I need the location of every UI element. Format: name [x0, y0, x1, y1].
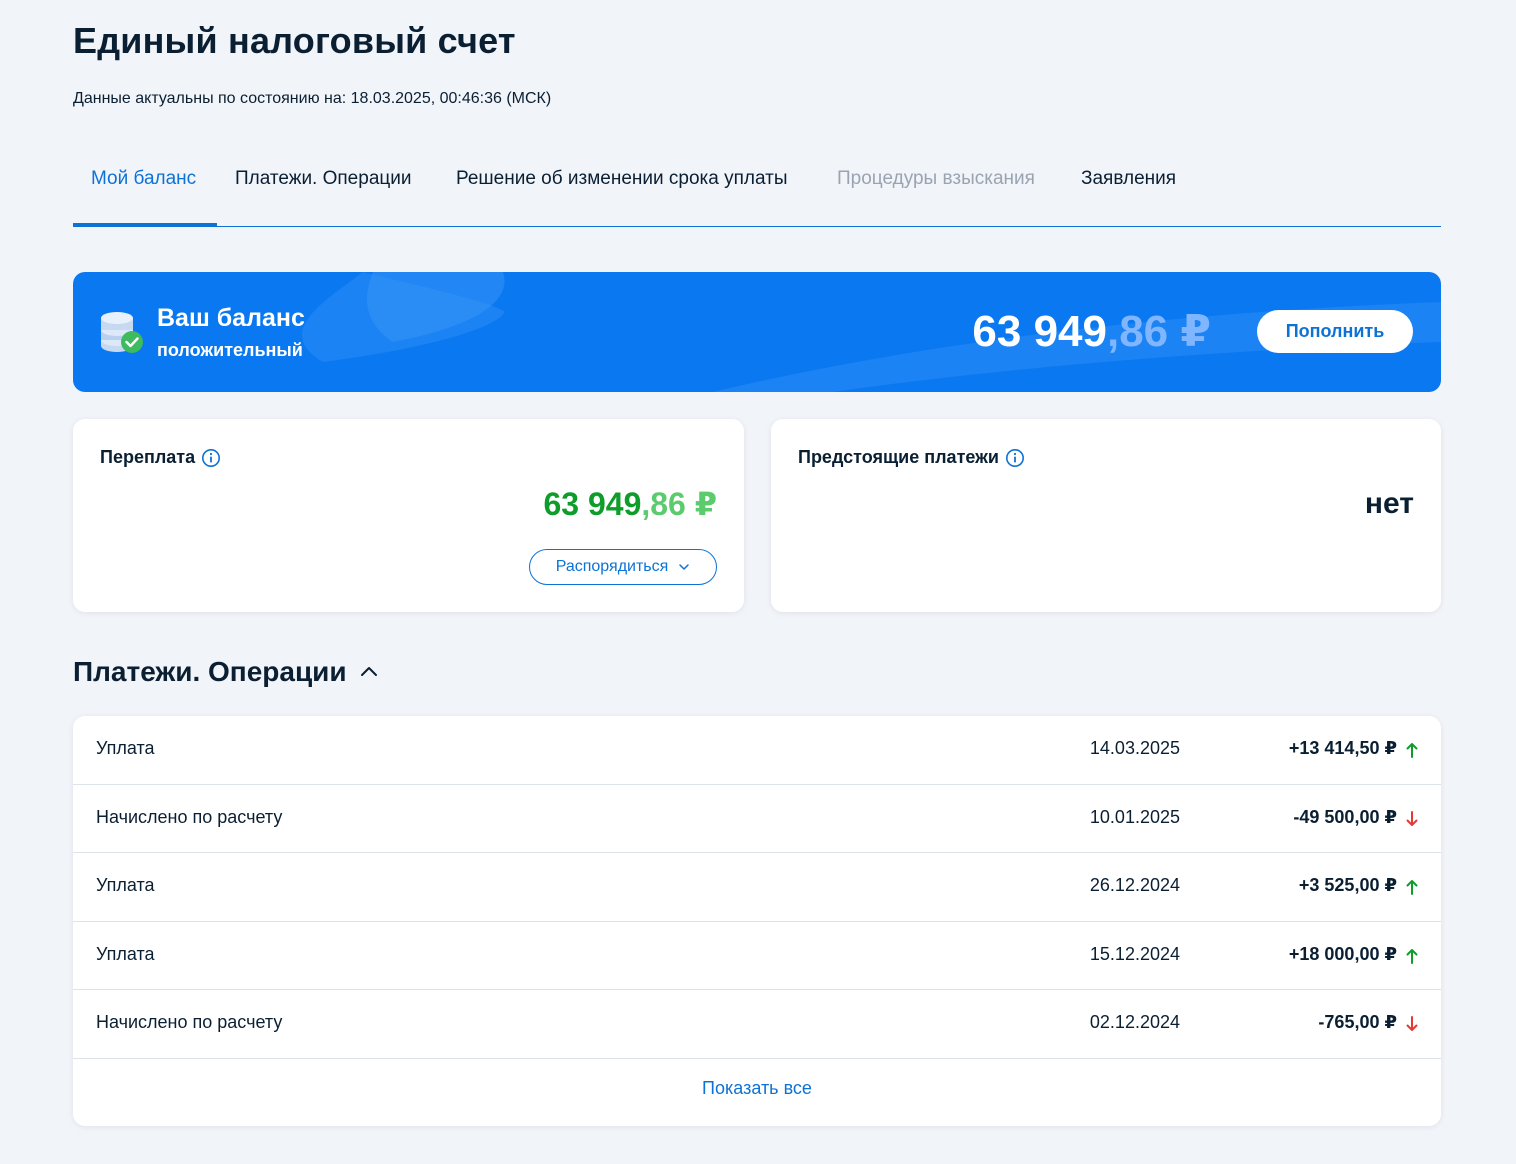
operation-row[interactable]: Уплата 15.12.2024 +18 000,00 ₽	[73, 922, 1441, 990]
operations-list: Уплата 14.03.2025 +13 414,50 ₽ Начислено…	[73, 716, 1441, 1126]
overpayment-amount-fraction: ,86 ₽	[641, 486, 717, 522]
page-title: Единый налоговый счет	[73, 20, 516, 61]
operations-section-title: Платежи. Операции	[73, 656, 347, 687]
topup-button[interactable]: Пополнить	[1257, 310, 1413, 353]
operation-type: Уплата	[96, 875, 155, 895]
arrow-up-icon	[1406, 743, 1418, 758]
info-icon[interactable]	[201, 448, 221, 468]
balance-amount-integer: 63 949	[972, 307, 1107, 356]
upcoming-payments-value: нет	[1364, 487, 1414, 520]
balance-status: положительный	[157, 340, 303, 360]
overpayment-title: Переплата	[100, 447, 221, 468]
operation-row[interactable]: Уплата 26.12.2024 +3 525,00 ₽	[73, 853, 1441, 922]
chevron-up-icon[interactable]	[359, 662, 379, 682]
overpayment-amount: 63 949,86 ₽	[543, 485, 717, 523]
upcoming-payments-title: Предстоящие платежи	[798, 447, 1025, 468]
operation-row[interactable]: Уплата 14.03.2025 +13 414,50 ₽	[73, 716, 1441, 785]
operation-amount: +18 000,00 ₽	[1288, 943, 1397, 964]
overpayment-amount-integer: 63 949	[543, 486, 642, 522]
balance-amount-fraction: ,86 ₽	[1106, 307, 1211, 356]
tab-collection-procedures: Процедуры взыскания	[837, 168, 1035, 189]
operation-date: 10.01.2025	[1089, 806, 1180, 827]
upcoming-payments-card: Предстоящие платежи нет	[771, 419, 1441, 612]
operation-amount: -765,00 ₽	[1318, 1012, 1397, 1032]
operation-date: 26.12.2024	[1089, 875, 1180, 895]
operation-amount: -49 500,00 ₽	[1293, 806, 1397, 827]
overpayment-card: Переплата 63 949,86 ₽ Распорядиться	[73, 419, 744, 612]
balance-amount: 63 949,86 ₽	[972, 306, 1211, 357]
balance-banner: Ваш баланс положительный 63 949,86 ₽ Поп…	[73, 272, 1441, 392]
balance-title: Ваш баланс	[157, 304, 305, 332]
operation-date: 14.03.2025	[1089, 738, 1180, 758]
operation-row[interactable]: Начислено по расчету 02.12.2024 -765,00 …	[73, 990, 1441, 1059]
arrow-down-icon	[1406, 1016, 1418, 1031]
overpayment-title-label: Переплата	[100, 447, 196, 467]
tab-my-balance[interactable]: Мой баланс	[91, 168, 196, 190]
tab-payment-deadline-decision[interactable]: Решение об изменении срока уплаты	[456, 168, 788, 190]
upcoming-payments-title-label: Предстоящие платежи	[798, 447, 999, 467]
tab-applications[interactable]: Заявления	[1081, 168, 1176, 190]
tab-payments-operations[interactable]: Платежи. Операции	[235, 168, 412, 190]
operation-amount: +3 525,00 ₽	[1298, 875, 1397, 895]
operation-type: Уплата	[96, 738, 155, 758]
operation-amount: +13 414,50 ₽	[1288, 738, 1397, 758]
coins-check-icon	[101, 312, 143, 353]
arrow-up-icon	[1406, 948, 1418, 964]
chevron-down-icon	[679, 564, 690, 570]
operations-section-header[interactable]: Платежи. Операции	[73, 656, 379, 688]
tab-bar: Мой баланс Платежи. Операции Решение об …	[73, 150, 1441, 227]
arrow-up-icon	[1406, 880, 1418, 895]
dispose-button-label: Распорядиться	[555, 558, 669, 575]
operation-type: Начислено по расчету	[96, 1012, 283, 1032]
operation-type: Уплата	[96, 943, 155, 964]
dispose-dropdown-button[interactable]: Распорядиться	[529, 549, 717, 585]
operation-date: 02.12.2024	[1089, 1012, 1180, 1032]
updated-timestamp: Данные актуальны по состоянию на: 18.03.…	[73, 90, 552, 107]
info-icon[interactable]	[1005, 448, 1025, 468]
show-all-link[interactable]: Показать все	[73, 1078, 1441, 1099]
arrow-down-icon	[1406, 810, 1418, 826]
operation-row[interactable]: Начислено по расчету 10.01.2025 -49 500,…	[73, 785, 1441, 853]
operation-type: Начислено по расчету	[96, 806, 283, 827]
operation-date: 15.12.2024	[1089, 943, 1180, 964]
active-tab-indicator	[73, 223, 217, 227]
